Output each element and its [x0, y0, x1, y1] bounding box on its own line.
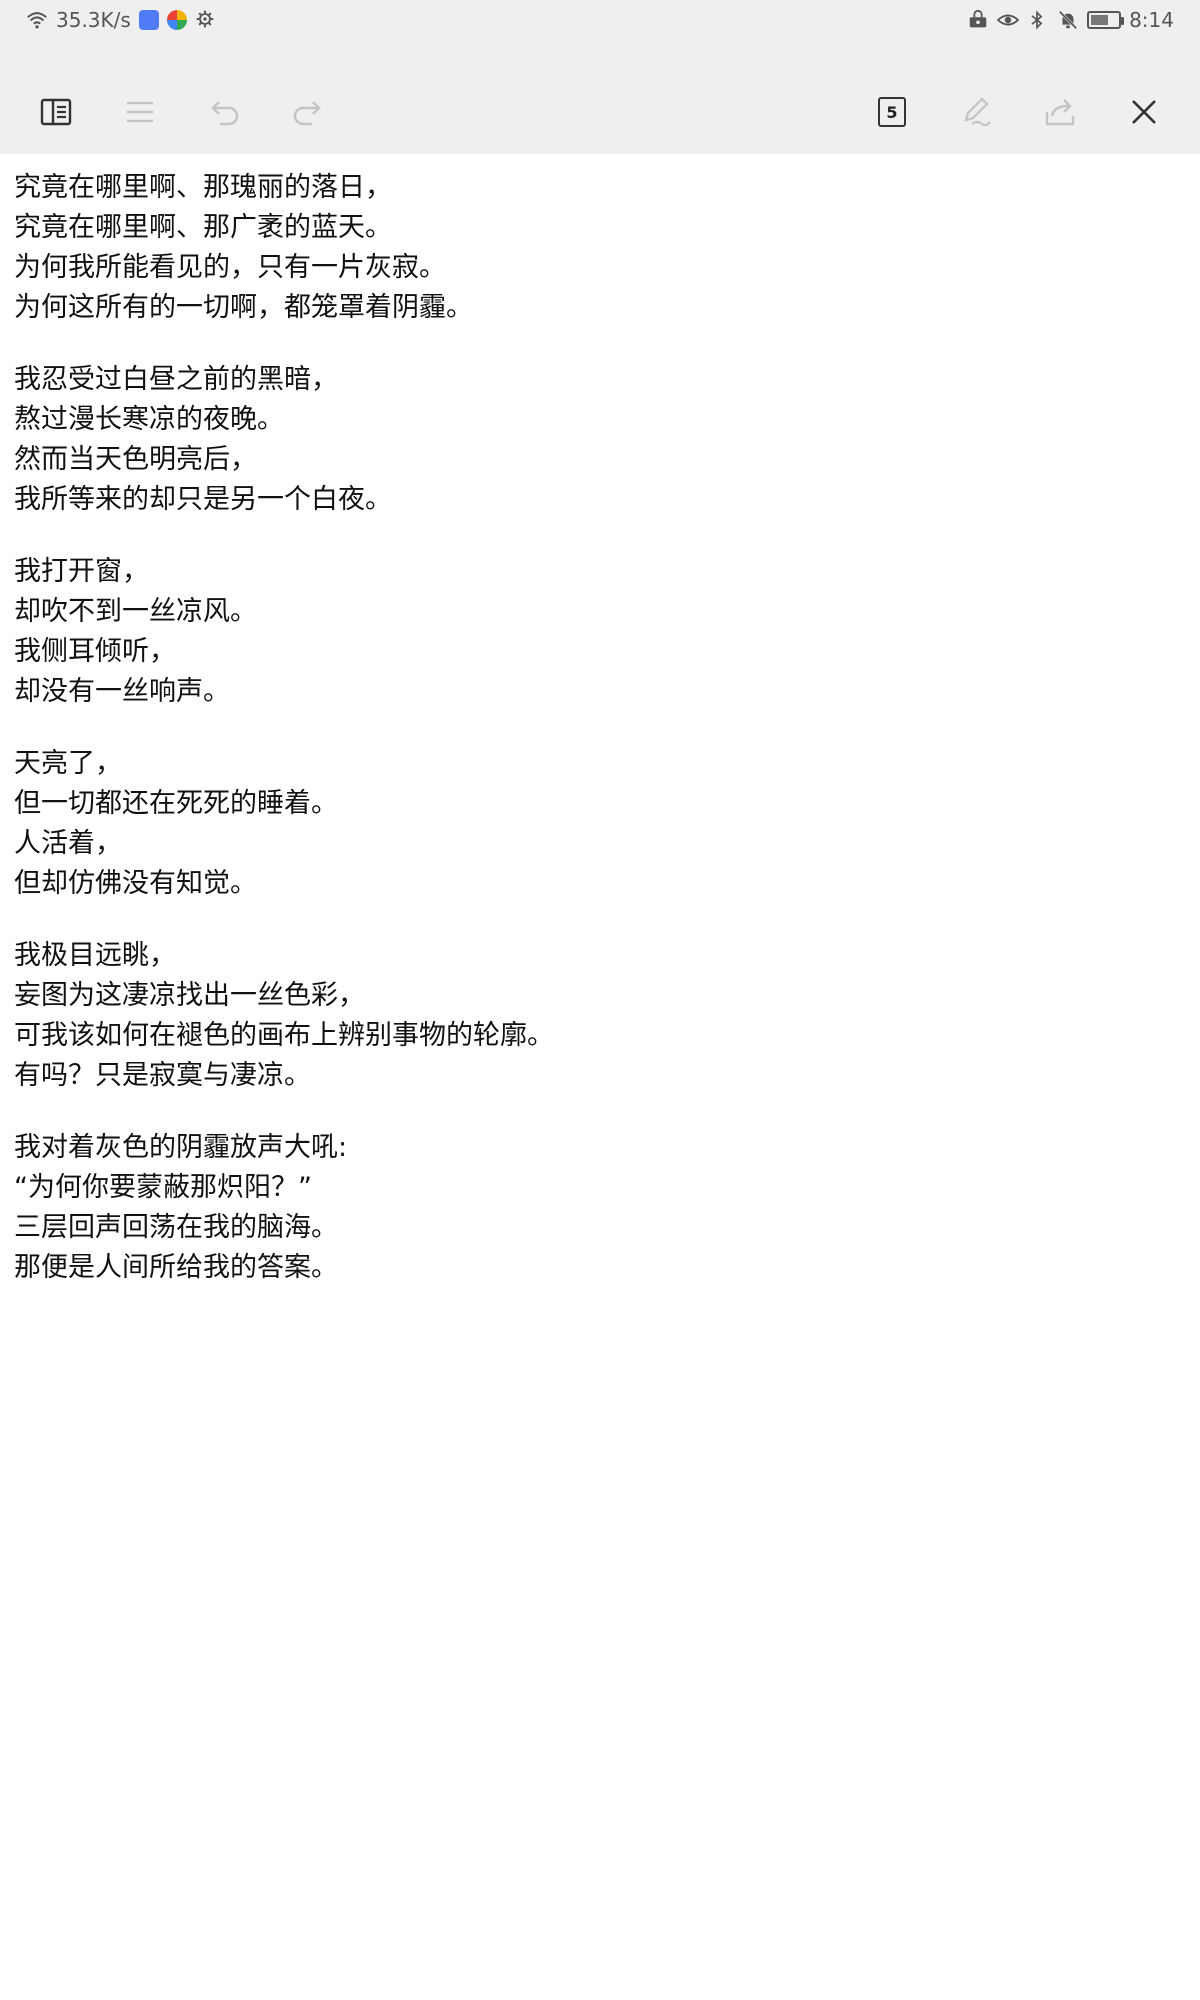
- sidebar-toggle-icon: [40, 98, 72, 126]
- close-icon: [1132, 100, 1156, 124]
- share-button[interactable]: [1038, 90, 1082, 134]
- pen-icon: [964, 97, 991, 127]
- poem-line: 然而当天色明亮后，: [14, 444, 257, 475]
- stanza: 究竟在哪里啊、那瑰丽的落日， 究竟在哪里啊、那广袤的蓝天。 为何我所能看见的，只…: [14, 168, 1174, 328]
- list-icon: [127, 101, 153, 123]
- stanza: 我打开窗， 却吹不到一丝凉风。 我侧耳倾听， 却没有一丝响声。: [14, 552, 1174, 712]
- eye-icon: [996, 9, 1020, 31]
- editor-toolbar: 5: [0, 44, 1200, 154]
- stanza: 我忍受过白昼之前的黑暗， 熬过漫长寒凉的夜晚。 然而当天色明亮后， 我所等来的却…: [14, 360, 1174, 520]
- status-bar: 35.3K/s 8:14: [0, 0, 1200, 44]
- bluetooth-icon: [1027, 9, 1049, 31]
- document-body[interactable]: 究竟在哪里啊、那瑰丽的落日， 究竟在哪里啊、那广袤的蓝天。 为何我所能看见的，只…: [14, 168, 1174, 1320]
- poem-line: 究竟在哪里啊、那瑰丽的落日，: [14, 172, 392, 203]
- gear-icon: [195, 9, 217, 31]
- sidebar-toggle-button[interactable]: [34, 90, 78, 134]
- poem-line: 但一切都还在死死的睡着。: [14, 788, 338, 819]
- poem-line: 那便是人间所给我的答案。: [14, 1252, 338, 1283]
- undo-button[interactable]: [202, 90, 246, 134]
- close-button[interactable]: [1122, 90, 1166, 134]
- battery-icon: [1087, 11, 1125, 29]
- poem-line: 熬过漫长寒凉的夜晚。: [14, 404, 284, 435]
- share-icon: [1045, 99, 1075, 126]
- poem-line: 天亮了，: [14, 748, 122, 779]
- stanza: 我对着灰色的阴霾放声大吼: “为何你要蒙蔽那炽阳？” 三层回声回荡在我的脑海。 …: [14, 1128, 1174, 1288]
- poem-line: 有吗？只是寂寞与凄凉。: [14, 1060, 311, 1091]
- poem-line: 可我该如何在褪色的画布上辨别事物的轮廓。: [14, 1020, 554, 1051]
- poem-line: “为何你要蒙蔽那炽阳？”: [14, 1172, 312, 1203]
- poem-line: 却吹不到一丝凉风。: [14, 596, 257, 627]
- poem-line: 我所等来的却只是另一个白夜。: [14, 484, 392, 515]
- poem-line: 我侧耳倾听，: [14, 636, 176, 667]
- poem-line: 我极目远眺，: [14, 940, 176, 971]
- page-count: 5: [886, 102, 898, 122]
- poem-line: 但却仿佛没有知觉。: [14, 868, 257, 899]
- poem-line: 我忍受过白昼之前的黑暗，: [14, 364, 338, 395]
- edit-button[interactable]: [954, 90, 998, 134]
- redo-button[interactable]: [286, 90, 330, 134]
- poem-line: 我对着灰色的阴霾放声大吼:: [14, 1132, 348, 1163]
- silent-icon: [1057, 9, 1079, 31]
- status-bar-right: 8:14: [967, 8, 1174, 32]
- poem-line: 为何这所有的一切啊，都笼罩着阴霾。: [14, 292, 473, 323]
- page-count-icon: 5: [878, 97, 906, 127]
- network-speed: 35.3K/s: [56, 8, 131, 32]
- app-notification-icon: [138, 10, 159, 30]
- status-bar-left: 35.3K/s: [26, 8, 217, 32]
- app-notification-icon: [166, 10, 187, 30]
- page-count-button[interactable]: 5: [870, 90, 914, 134]
- poem-line: 妄图为这凄凉找出一丝色彩，: [14, 980, 365, 1011]
- vpn-icon: [967, 9, 989, 31]
- clock: 8:14: [1129, 8, 1174, 32]
- list-button[interactable]: [118, 90, 162, 134]
- undo-icon: [211, 101, 239, 126]
- redo-icon: [293, 101, 321, 126]
- stanza: 天亮了， 但一切都还在死死的睡着。 人活着， 但却仿佛没有知觉。: [14, 744, 1174, 904]
- poem-line: 却没有一丝响声。: [14, 676, 230, 707]
- poem-line: 为何我所能看见的，只有一片灰寂。: [14, 252, 446, 283]
- wifi-icon: [26, 9, 48, 31]
- stanza: 我极目远眺， 妄图为这凄凉找出一丝色彩， 可我该如何在褪色的画布上辨别事物的轮廓…: [14, 936, 1174, 1096]
- poem-line: 究竟在哪里啊、那广袤的蓝天。: [14, 212, 392, 243]
- poem-line: 三层回声回荡在我的脑海。: [14, 1212, 338, 1243]
- poem-line: 我打开窗，: [14, 556, 149, 587]
- poem-line: 人活着，: [14, 828, 122, 859]
